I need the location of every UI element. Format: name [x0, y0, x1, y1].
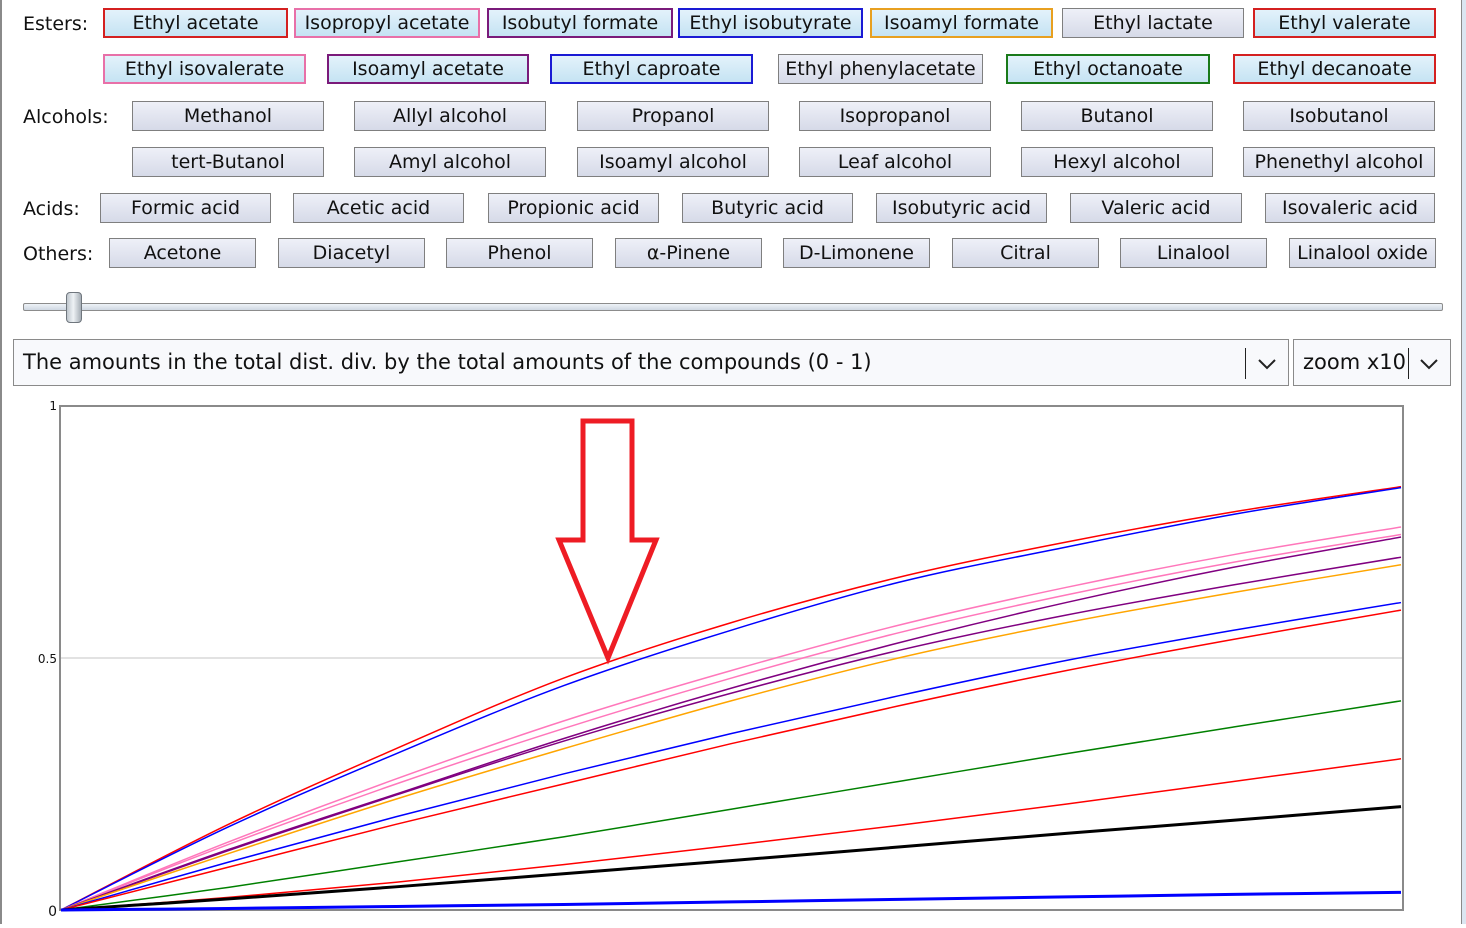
compound-button[interactable]: Linalool oxide: [1289, 238, 1436, 268]
compound-button[interactable]: Citral: [952, 238, 1099, 268]
compound-button[interactable]: tert-Butanol: [132, 147, 324, 177]
compound-button[interactable]: Hexyl alcohol: [1021, 147, 1213, 177]
y-tick-label: 0: [48, 904, 57, 920]
compound-button[interactable]: Ethyl lactate: [1062, 8, 1244, 38]
compound-button[interactable]: Ethyl acetate: [103, 8, 288, 38]
window-right-border: [1461, 0, 1466, 924]
chart: 0 0.5 1: [0, 395, 1460, 924]
chevron-down-icon[interactable]: [1416, 340, 1442, 385]
compound-button[interactable]: Acetone: [109, 238, 256, 268]
compound-button[interactable]: Amyl alcohol: [354, 147, 546, 177]
compound-button[interactable]: Isobutyl formate: [487, 8, 673, 38]
zoom-select[interactable]: zoom x10: [1293, 339, 1451, 386]
metric-select[interactable]: The amounts in the total dist. div. by t…: [13, 339, 1289, 386]
compound-button[interactable]: Ethyl valerate: [1253, 8, 1436, 38]
compound-button[interactable]: Isopropyl acetate: [294, 8, 480, 38]
compound-button[interactable]: Ethyl isobutyrate: [678, 8, 863, 38]
compound-button[interactable]: Diacetyl: [278, 238, 425, 268]
compound-button[interactable]: D-Limonene: [783, 238, 930, 268]
metric-select-separator: [1245, 348, 1246, 379]
compound-button[interactable]: Propionic acid: [488, 193, 659, 223]
compound-button[interactable]: Isoamyl acetate: [327, 54, 529, 84]
compound-button[interactable]: Allyl alcohol: [354, 101, 546, 131]
zoom-select-value: zoom x10: [1303, 350, 1407, 374]
group-label: Esters:: [23, 13, 89, 35]
compound-button[interactable]: Methanol: [132, 101, 324, 131]
compound-button[interactable]: Phenol: [446, 238, 593, 268]
compound-button[interactable]: Isobutyric acid: [876, 193, 1047, 223]
compound-button[interactable]: Isovaleric acid: [1265, 193, 1435, 223]
compound-button[interactable]: Ethyl phenylacetate: [778, 54, 983, 84]
compound-button[interactable]: Isoamyl alcohol: [577, 147, 769, 177]
compound-button[interactable]: Butyric acid: [682, 193, 853, 223]
group-label: Others:: [23, 243, 94, 265]
compound-button[interactable]: Leaf alcohol: [799, 147, 991, 177]
line-chart: 00.51: [38, 399, 1404, 920]
compound-button[interactable]: Isobutanol: [1243, 101, 1435, 131]
chevron-down-icon[interactable]: [1254, 340, 1280, 385]
zoom-select-separator: [1408, 348, 1409, 379]
time-slider-track[interactable]: [23, 303, 1443, 311]
compound-button[interactable]: Valeric acid: [1070, 193, 1242, 223]
compound-button[interactable]: Isopropanol: [799, 101, 991, 131]
group-label: Alcohols:: [23, 106, 109, 128]
y-tick-label: 0.5: [38, 652, 57, 666]
compound-button[interactable]: Ethyl octanoate: [1006, 54, 1210, 84]
compound-button[interactable]: Ethyl isovalerate: [103, 54, 306, 84]
compound-button[interactable]: Propanol: [577, 101, 769, 131]
compound-button[interactable]: Isoamyl formate: [870, 8, 1053, 38]
compound-button[interactable]: Acetic acid: [293, 193, 464, 223]
group-label: Acids:: [23, 198, 80, 220]
time-slider-thumb[interactable]: [66, 292, 83, 323]
compound-button[interactable]: Ethyl caproate: [550, 54, 753, 84]
compound-button[interactable]: Formic acid: [100, 193, 271, 223]
y-tick-label: 1: [49, 399, 57, 413]
compound-button[interactable]: Phenethyl alcohol: [1243, 147, 1435, 177]
compound-button[interactable]: Linalool: [1120, 238, 1267, 268]
compound-button[interactable]: α-Pinene: [615, 238, 762, 268]
compound-button[interactable]: Ethyl decanoate: [1233, 54, 1436, 84]
compound-button[interactable]: Butanol: [1021, 101, 1213, 131]
metric-select-value: The amounts in the total dist. div. by t…: [23, 350, 872, 374]
